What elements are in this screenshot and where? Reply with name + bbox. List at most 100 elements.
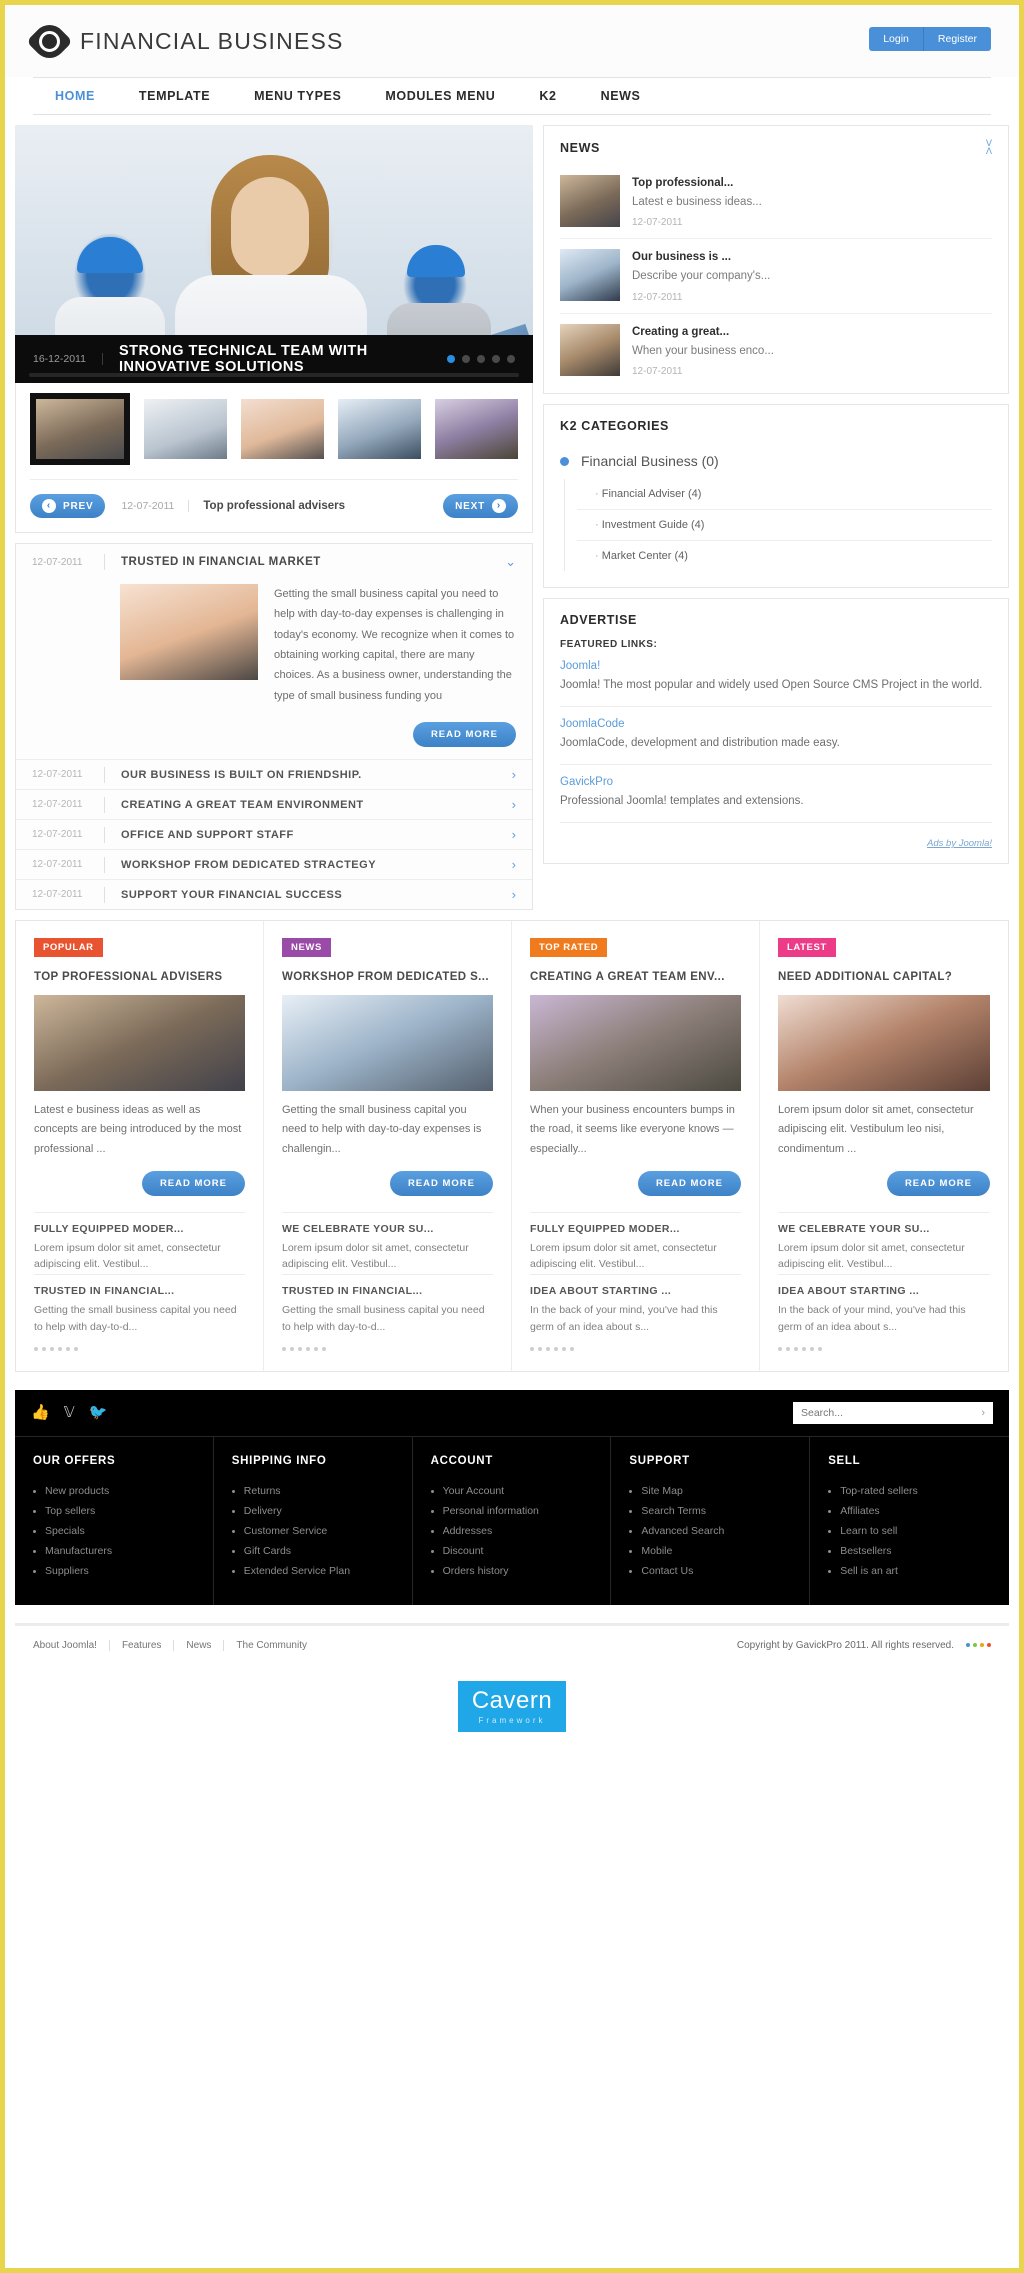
nav-item-menu-types[interactable]: MENU TYPES — [232, 77, 363, 115]
footer-bottom-link[interactable]: The Community — [224, 1640, 319, 1651]
footer-link[interactable]: Contact Us — [629, 1561, 791, 1581]
accordion-row[interactable]: 12-07-2011 OFFICE AND SUPPORT STAFF › — [16, 819, 532, 849]
advertise-link[interactable]: GavickPro — [560, 776, 992, 788]
chevron-down-icon[interactable]: ᐱ — [986, 147, 992, 156]
thumbnail-item[interactable] — [144, 399, 227, 459]
footer-link[interactable]: New products — [33, 1481, 195, 1501]
news-scroll-arrows[interactable]: ᐯ ᐱ — [986, 139, 992, 156]
k2-child-category[interactable]: Financial Adviser (4) — [577, 479, 992, 511]
footer-link[interactable]: Addresses — [430, 1521, 593, 1541]
slider-dot[interactable] — [492, 355, 500, 363]
k2-parent-category[interactable]: Financial Business (0) — [560, 447, 992, 479]
footer-link[interactable]: Search Terms — [629, 1501, 791, 1521]
register-button[interactable]: Register — [923, 27, 991, 51]
advertise-link[interactable]: Joomla! — [560, 660, 992, 672]
category-badge[interactable]: LATEST — [778, 938, 836, 958]
footer-link[interactable]: Learn to sell — [828, 1521, 991, 1541]
thumbs-up-icon[interactable]: 👍 — [31, 1405, 50, 1420]
article-title[interactable]: CREATING A GREAT TEAM ENV... — [530, 971, 741, 983]
prev-button[interactable]: ‹ PREV — [30, 494, 106, 518]
thumbnail-selected-wrap[interactable] — [30, 393, 130, 465]
footer-bottom-link[interactable]: About Joomla! — [33, 1639, 110, 1651]
footer-link[interactable]: Extended Service Plan — [231, 1561, 394, 1581]
search-submit-icon[interactable]: › — [981, 1407, 985, 1419]
slider-dot[interactable] — [507, 355, 515, 363]
nav-item-k2[interactable]: K2 — [517, 77, 578, 115]
advertise-link[interactable]: JoomlaCode — [560, 718, 992, 730]
next-button[interactable]: NEXT › — [443, 494, 518, 518]
sub-article[interactable]: TRUSTED IN FINANCIAL... Getting the small… — [282, 1274, 493, 1335]
footer-bottom-link[interactable]: News — [174, 1639, 225, 1651]
read-more-button[interactable]: READ MORE — [637, 1170, 741, 1196]
read-more-button[interactable]: READ MORE — [389, 1170, 493, 1196]
cavern-framework-logo[interactable]: Cavern Framework — [457, 1680, 567, 1732]
k2-child-category[interactable]: Investment Guide (4) — [577, 510, 992, 542]
thumbnail-item[interactable] — [338, 399, 421, 459]
chevron-right-icon[interactable]: › — [512, 797, 516, 812]
category-badge[interactable]: NEWS — [282, 938, 331, 958]
thumbnail-item[interactable] — [435, 399, 518, 459]
footer-link[interactable]: Specials — [33, 1521, 195, 1541]
article-title[interactable]: WORKSHOP FROM DEDICATED S... — [282, 971, 493, 983]
accordion-row[interactable]: 12-07-2011 SUPPORT YOUR FINANCIAL SUCCESS… — [16, 879, 532, 909]
k2-child-category[interactable]: Market Center (4) — [577, 541, 992, 571]
footer-link[interactable]: Top sellers — [33, 1501, 195, 1521]
footer-link[interactable]: Affiliates — [828, 1501, 991, 1521]
sub-article[interactable]: WE CELEBRATE YOUR SU... Lorem ipsum dolor… — [282, 1211, 493, 1273]
accordion-row[interactable]: 12-07-2011 WORKSHOP FROM DEDICATED STRACT… — [16, 849, 532, 879]
footer-link[interactable]: Suppliers — [33, 1561, 195, 1581]
sub-article[interactable]: FULLY EQUIPPED MODER... Lorem ipsum dolor… — [34, 1211, 245, 1273]
footer-link[interactable]: Site Map — [629, 1481, 791, 1501]
article-title[interactable]: NEED ADDITIONAL CAPITAL? — [778, 971, 990, 983]
vimeo-icon[interactable]: 𝕍 — [64, 1405, 75, 1420]
ads-by-joomla-link[interactable]: Ads by Joomla! — [560, 834, 992, 849]
logo[interactable]: FINANCIAL BUSINESS — [26, 17, 344, 65]
slider-dot[interactable] — [462, 355, 470, 363]
footer-link[interactable]: Gift Cards — [231, 1541, 394, 1561]
sub-article[interactable]: WE CELEBRATE YOUR SU... Lorem ipsum dolor… — [778, 1211, 990, 1273]
hero-pagination[interactable] — [447, 355, 515, 363]
nav-item-news[interactable]: NEWS — [579, 77, 663, 115]
chevron-right-icon[interactable]: › — [512, 827, 516, 842]
sub-article[interactable]: FULLY EQUIPPED MODER... Lorem ipsum dolor… — [530, 1211, 741, 1273]
sub-article[interactable]: IDEA ABOUT STARTING ... In the back of yo… — [778, 1274, 990, 1335]
footer-link[interactable]: Personal information — [430, 1501, 593, 1521]
thumbnail-item[interactable] — [30, 393, 130, 465]
pagination-dots[interactable] — [778, 1346, 990, 1351]
footer-link[interactable]: Advanced Search — [629, 1521, 791, 1541]
nav-item-home[interactable]: HOME — [33, 77, 117, 115]
footer-link[interactable]: Manufacturers — [33, 1541, 195, 1561]
slider-dot[interactable] — [447, 355, 455, 363]
read-more-button[interactable]: READ MORE — [886, 1170, 990, 1196]
pagination-dots[interactable] — [530, 1346, 741, 1351]
footer-link[interactable]: Your Account — [430, 1481, 593, 1501]
category-badge[interactable]: TOP RATED — [530, 938, 608, 958]
accordion-row[interactable]: 12-07-2011 OUR BUSINESS IS BUILT ON FRIEN… — [16, 759, 532, 789]
slider-dot[interactable] — [477, 355, 485, 363]
accordion-row[interactable]: 12-07-2011 CREATING A GREAT TEAM ENVIRONM… — [16, 789, 532, 819]
thumbnail-item[interactable] — [241, 399, 324, 459]
footer-link[interactable]: Top-rated sellers — [828, 1481, 991, 1501]
article-title[interactable]: TOP PROFESSIONAL ADVISERS — [34, 971, 245, 983]
news-item[interactable]: Our business is ... Describe your company… — [560, 239, 992, 314]
chevron-right-icon[interactable]: › — [512, 887, 516, 902]
footer-link[interactable]: Returns — [231, 1481, 394, 1501]
twitter-bird-icon[interactable]: 🐦 — [89, 1405, 108, 1420]
read-more-button[interactable]: READ MORE — [412, 722, 516, 748]
footer-search[interactable]: › — [793, 1401, 993, 1424]
login-button[interactable]: Login — [869, 27, 924, 51]
chevron-right-icon[interactable]: › — [512, 767, 516, 782]
chevron-right-icon[interactable]: › — [512, 857, 516, 872]
footer-link[interactable]: Mobile — [629, 1541, 791, 1561]
category-badge[interactable]: POPULAR — [34, 938, 103, 958]
pagination-dots[interactable] — [34, 1346, 245, 1351]
sub-article[interactable]: TRUSTED IN FINANCIAL... Getting the small… — [34, 1274, 245, 1335]
search-input[interactable] — [801, 1406, 982, 1419]
footer-link[interactable]: Orders history — [430, 1561, 593, 1581]
hero-slider[interactable]: 16-12-2011 STRONG TECHNICAL TEAM WITH IN… — [15, 125, 533, 383]
read-more-button[interactable]: READ MORE — [141, 1170, 245, 1196]
accordion-open-header[interactable]: 12-07-2011 TRUSTED IN FINANCIAL MARKET ⌄ — [16, 544, 532, 580]
chevron-down-icon[interactable]: ⌄ — [505, 554, 516, 570]
pagination-dots[interactable] — [282, 1346, 493, 1351]
footer-link[interactable]: Bestsellers — [828, 1541, 991, 1561]
